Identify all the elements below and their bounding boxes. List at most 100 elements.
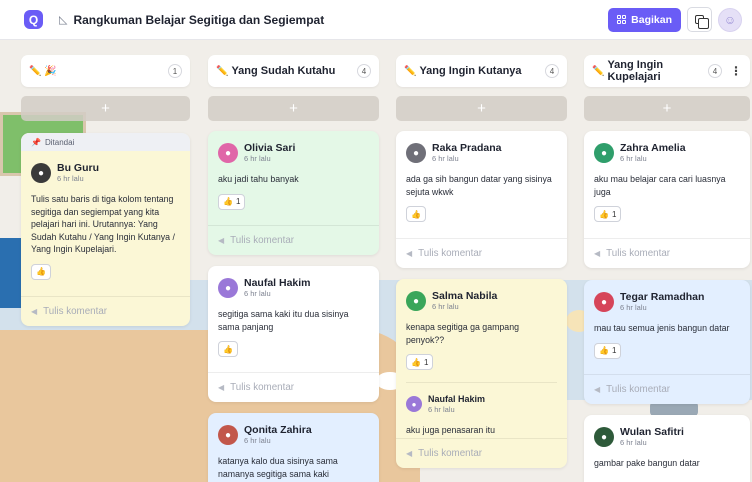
board-title[interactable]: Rangkuman Belajar Segitiga dan Segiempat (73, 13, 324, 27)
author-name: Qonita Zahira (244, 424, 312, 436)
post-card[interactable]: ● Wulan Safitri 6 hr lalu gambar pake ba… (584, 415, 750, 482)
send-icon: ◀ (31, 307, 38, 316)
duplicate-button[interactable] (687, 7, 712, 32)
post-author: ● Zahra Amelia 6 hr lalu (594, 142, 740, 164)
column-title: Yang Ingin Kutanya (419, 65, 522, 77)
post-card[interactable]: ● Salma Nabila 6 hr lalu kenapa segitiga… (396, 279, 567, 468)
post-text: ada ga sih bangun datar yang sisinya sej… (406, 174, 552, 197)
like-button[interactable]: 👍 1 (594, 206, 622, 222)
post-card[interactable]: ● Qonita Zahira 6 hr lalu katanya kalo d… (208, 413, 379, 482)
post-card[interactable]: ● Zahra Amelia 6 hr lalu aku mau belajar… (584, 131, 750, 268)
comment-input[interactable]: ◀ Tulis komentar (396, 438, 567, 468)
column-header-learn[interactable]: ✏️ Yang Ingin Kupelajari 4 ⋮ (584, 55, 750, 87)
thumbs-up-icon: 👍 (411, 357, 421, 367)
reply-author: ● Naufal Hakim 6 hr lalu (406, 393, 557, 415)
comment-placeholder: Tulis komentar (230, 382, 295, 393)
comment-placeholder: Tulis komentar (230, 235, 295, 246)
avatar: ● (218, 143, 238, 163)
thumbs-up-icon: 👍 (223, 197, 233, 206)
thumbs-up-icon: 👍 (36, 267, 46, 276)
send-icon: ◀ (406, 449, 413, 458)
add-post-button[interactable]: + (584, 96, 750, 121)
avatar: ● (218, 278, 238, 298)
add-post-button[interactable]: + (208, 96, 379, 121)
like-button[interactable]: 👍 (218, 341, 238, 357)
pencil-icon: ✏️ (592, 65, 605, 77)
post-time: 6 hr lalu (244, 154, 271, 163)
post-card[interactable]: ● Olivia Sari 6 hr lalu aku jadi tahu ba… (208, 131, 379, 255)
comment-input[interactable]: ◀ Tulis komentar (584, 238, 750, 268)
post-time: 6 hr lalu (57, 174, 84, 183)
background-shelf (650, 402, 698, 416)
comment-placeholder: Tulis komentar (606, 384, 671, 395)
post-card[interactable]: ● Tegar Ramadhan 6 hr lalu mau tau semua… (584, 280, 750, 404)
column-count: 1 (168, 64, 182, 78)
column-count: 4 (545, 64, 559, 78)
top-bar: Q ◺ Rangkuman Belajar Segitiga dan Segie… (0, 0, 752, 40)
like-button[interactable]: 👍 (31, 263, 51, 280)
post-card-teacher[interactable]: 📌 Ditandai ● Bu Guru 6 hr lalu Tulis sat… (21, 133, 190, 326)
comment-input[interactable]: ◀ Tulis komentar (584, 374, 750, 404)
post-time: 6 hr lalu (620, 438, 647, 447)
comment-input[interactable]: ◀ Tulis komentar (208, 225, 379, 255)
pencil-party-icon: ✏️ 🎉 (29, 65, 57, 77)
post-text: aku jadi tahu banyak (218, 174, 299, 184)
post-time: 6 hr lalu (428, 405, 455, 414)
pin-icon: 📌 (31, 137, 41, 147)
copy-icon (695, 15, 709, 29)
add-post-button[interactable]: + (21, 96, 190, 121)
author-name: Raka Pradana (432, 142, 502, 154)
column-header-intro[interactable]: ✏️ 🎉 1 (21, 55, 190, 87)
comment-placeholder: Tulis komentar (43, 306, 108, 317)
thumbs-up-icon: 👍 (411, 209, 421, 219)
background-poster (0, 238, 22, 308)
like-button[interactable]: 👍 (406, 206, 426, 222)
reply-text: aku juga penasaran itu (406, 425, 496, 435)
more-options-icon[interactable]: ⋮ (730, 64, 742, 78)
like-button[interactable]: 👍 1 (594, 342, 622, 359)
avatar: ● (594, 427, 614, 447)
share-button[interactable]: Bagikan (608, 7, 681, 32)
post-time: 6 hr lalu (620, 154, 647, 163)
thumbs-up-icon: 👍 (599, 346, 609, 355)
avatar: ● (594, 292, 614, 312)
like-count: 1 (611, 346, 617, 355)
post-time: 6 hr lalu (244, 289, 271, 298)
post-card[interactable]: ● Naufal Hakim 6 hr lalu segitiga sama k… (208, 266, 379, 402)
add-post-button[interactable]: + (396, 96, 567, 121)
column-count: 4 (708, 64, 722, 78)
author-name: Wulan Safitri (620, 426, 684, 438)
author-name: Salma Nabila (432, 290, 498, 302)
triangle-ruler-icon: ◺ (59, 14, 68, 26)
post-text: katanya kalo dua sisinya sama namanya se… (218, 456, 338, 479)
author-name: Bu Guru (57, 162, 99, 174)
column-title: Yang Sudah Kutahu (231, 65, 336, 77)
column-header-known[interactable]: ✏️ Yang Sudah Kutahu 4 (208, 55, 379, 87)
app-logo[interactable]: Q (24, 10, 43, 29)
share-button-label: Bagikan (631, 13, 672, 26)
post-card[interactable]: ● Raka Pradana 6 hr lalu ada ga sih bang… (396, 131, 567, 268)
comment-placeholder: Tulis komentar (418, 448, 483, 459)
comment-input[interactable]: ◀ Tulis komentar (208, 372, 379, 402)
like-button[interactable]: 👍 1 (218, 193, 246, 210)
author-name: Tegar Ramadhan (620, 291, 705, 303)
avatar: ● (218, 425, 238, 445)
avatar: ● (406, 143, 426, 163)
pinned-banner: 📌 Ditandai (21, 133, 190, 151)
author-name: Naufal Hakim (428, 394, 486, 404)
like-button[interactable]: 👍 1 (406, 354, 434, 370)
post-time: 6 hr lalu (432, 302, 459, 311)
avatar: ● (594, 143, 614, 163)
author-name: Zahra Amelia (620, 142, 686, 154)
thumbs-up-icon: 👍 (223, 344, 233, 354)
column-header-questions[interactable]: ✏️ Yang Ingin Kutanya 4 (396, 55, 567, 87)
avatar: ● (406, 396, 422, 412)
post-text: segitiga sama kaki itu dua sisinya sama … (218, 309, 349, 332)
comment-placeholder: Tulis komentar (418, 248, 483, 259)
comment-input[interactable]: ◀ Tulis komentar (396, 238, 567, 268)
post-author: ● Salma Nabila 6 hr lalu (406, 290, 557, 312)
column-title: Yang Ingin Kupelajari (607, 59, 664, 83)
send-icon: ◀ (594, 385, 601, 394)
comment-input[interactable]: ◀ Tulis komentar (21, 296, 190, 326)
user-avatar[interactable]: ☺ (718, 7, 742, 32)
